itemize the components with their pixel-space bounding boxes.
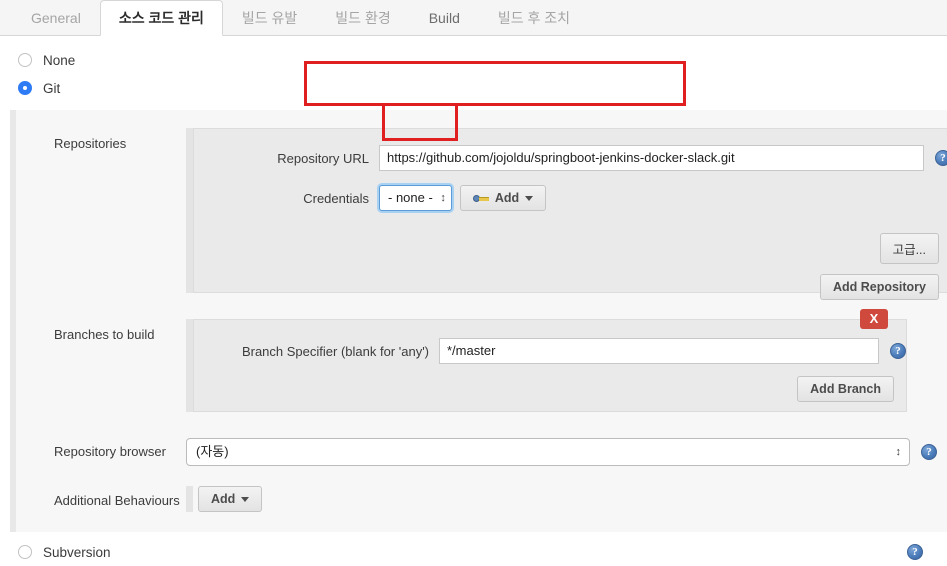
radio-none[interactable] [18, 53, 32, 67]
tab-build-environment[interactable]: 빌드 환경 [316, 0, 409, 35]
radio-subversion[interactable] [18, 545, 32, 559]
credentials-select[interactable]: - none - [379, 185, 452, 211]
add-repository-button[interactable]: Add Repository [819, 274, 939, 300]
delete-branch-button[interactable]: X [860, 309, 888, 329]
chevron-down-icon-behaviour [241, 496, 250, 502]
branch-specifier-label: Branch Specifier (blank for 'any') [241, 343, 429, 359]
help-icon-subversion[interactable]: ? [907, 544, 923, 560]
add-credentials-label: Add [494, 191, 520, 205]
tab-source-code-management[interactable]: 소스 코드 관리 [99, 0, 223, 36]
help-icon-repository-url[interactable]: ? [935, 150, 947, 166]
additional-behaviours-label: Additional Behaviours [54, 493, 180, 508]
repository-panel: Repository URL ? Credentials - none - Ad… [193, 128, 947, 300]
repository-url-input[interactable] [379, 145, 924, 171]
tab-build[interactable]: Build [410, 0, 479, 35]
repository-drag-handle[interactable] [186, 128, 193, 293]
add-behaviour-label: Add [211, 492, 236, 506]
scm-configuration-page: None Git Repositories Repository URL ? [0, 46, 947, 560]
repositories-row: Repositories Repository URL ? Credential… [26, 120, 947, 300]
scm-option-none[interactable]: None [0, 46, 947, 74]
tab-build-trigger[interactable]: 빌드 유발 [223, 0, 316, 35]
repository-url-label: Repository URL [277, 150, 369, 166]
scm-option-git[interactable]: Git [0, 74, 947, 102]
git-settings-section: Repositories Repository URL ? Credential… [10, 110, 947, 532]
radio-none-label: None [43, 52, 76, 68]
add-behaviour-button[interactable]: Add [198, 486, 263, 512]
behaviour-drag-handle[interactable] [186, 486, 193, 512]
branch-drag-handle[interactable] [186, 319, 193, 412]
advanced-button[interactable]: 고급... [879, 233, 939, 264]
add-credentials-button[interactable]: Add [459, 185, 547, 211]
repository-browser-row: Repository browser (자동) ? [26, 412, 947, 466]
repositories-label: Repositories [54, 136, 127, 151]
chevron-down-icon-credentials [525, 195, 534, 201]
repository-browser-label: Repository browser [54, 444, 166, 459]
branch-specifier-input[interactable] [439, 338, 879, 364]
scm-option-subversion[interactable]: Subversion ? [0, 538, 947, 566]
branches-label: Branches to build [54, 327, 155, 342]
tab-general[interactable]: General [12, 0, 100, 35]
radio-subversion-label: Subversion [43, 544, 111, 560]
help-icon-branch-specifier[interactable]: ? [890, 343, 906, 359]
key-icon [472, 192, 489, 204]
help-icon-repository-browser[interactable]: ? [921, 444, 937, 460]
branches-row: Branches to build Branch Specifier (blan… [26, 293, 947, 412]
tab-bar: General 소스 코드 관리 빌드 유발 빌드 환경 Build 빌드 후 … [0, 0, 947, 36]
radio-git-label: Git [43, 80, 61, 96]
radio-git[interactable] [18, 81, 32, 95]
additional-behaviours-row: Additional Behaviours Add [26, 466, 947, 526]
tab-post-build-actions[interactable]: 빌드 후 조치 [479, 0, 589, 35]
credentials-label: Credentials [303, 190, 369, 206]
branch-panel: Branch Specifier (blank for 'any') ? Add… [193, 319, 907, 412]
add-branch-button[interactable]: Add Branch [797, 376, 894, 402]
repository-browser-select[interactable]: (자동) [186, 438, 910, 466]
